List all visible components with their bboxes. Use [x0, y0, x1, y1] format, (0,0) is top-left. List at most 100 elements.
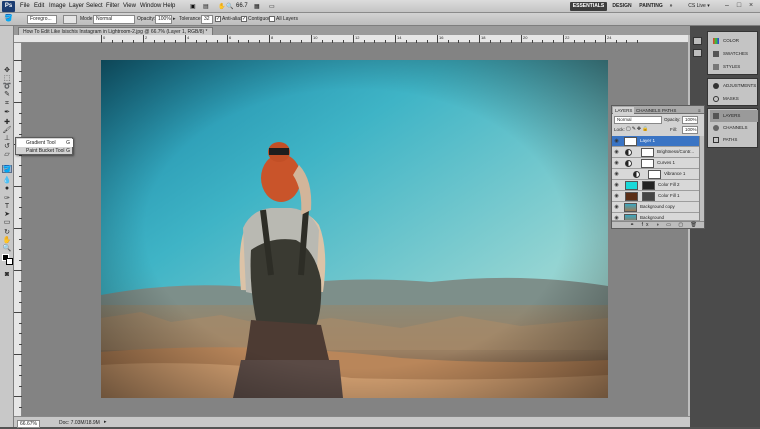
- blend-mode-select[interactable]: Normal: [614, 116, 662, 124]
- layer-row[interactable]: ◉ Background: [612, 213, 699, 221]
- pattern-picker[interactable]: [63, 15, 77, 24]
- bridge-icon[interactable]: ▣: [190, 3, 196, 10]
- tab-layers[interactable]: LAYERS: [613, 107, 635, 114]
- paint-bucket-menu-item[interactable]: Paint Bucket Tool G: [17, 147, 73, 155]
- workspace-design[interactable]: DESIGN: [610, 2, 634, 11]
- zoom-level[interactable]: 66.7: [236, 3, 248, 9]
- document-photo[interactable]: [101, 60, 608, 398]
- layer-row[interactable]: ◉ Color Fill 2: [612, 180, 699, 191]
- healing-brush-tool-icon[interactable]: ✚: [2, 118, 12, 126]
- document-tab[interactable]: How To Edit Like Isischis Instagram in L…: [18, 27, 213, 35]
- workspaces-more[interactable]: »: [667, 2, 675, 11]
- visibility-eye-icon[interactable]: ◉: [613, 160, 620, 167]
- lock-icons[interactable]: ▢✎✥🔒: [626, 126, 649, 132]
- fill-input[interactable]: 100%: [682, 126, 698, 134]
- move-tool-icon[interactable]: ✥: [2, 66, 12, 74]
- visibility-eye-icon[interactable]: ◉: [613, 138, 620, 145]
- layer-row[interactable]: ◉ Vibrance 1: [612, 169, 699, 180]
- layer-row[interactable]: ◉ Curves 1: [612, 158, 699, 169]
- zoom-tool-icon[interactable]: 🔍: [226, 3, 233, 10]
- 3d-rotate-tool-icon[interactable]: ↻: [2, 228, 12, 236]
- quick-mask-icon[interactable]: ◙: [2, 270, 12, 278]
- mode-label: Mode:: [80, 16, 94, 22]
- gradient-tool-menu-item[interactable]: Gradient Tool G: [17, 139, 73, 147]
- adjustments-panel-tab[interactable]: ADJUSTMENTS: [710, 80, 758, 92]
- opacity-input[interactable]: 100%: [155, 15, 172, 24]
- status-menu-arrow-icon[interactable]: ▸: [104, 419, 107, 425]
- panel-menu-icon[interactable]: ≡: [696, 107, 703, 114]
- arrange-icon[interactable]: ▦: [254, 3, 260, 10]
- path-select-tool-icon[interactable]: ➤: [2, 210, 12, 218]
- close-button[interactable]: ×: [746, 1, 756, 11]
- paint-bucket-tool-icon[interactable]: 🪣: [2, 165, 12, 173]
- layer-row[interactable]: ◉ Background copy: [612, 202, 699, 213]
- blur-tool-icon[interactable]: 💧: [2, 176, 12, 184]
- background-color-swatch[interactable]: [6, 258, 13, 265]
- crop-tool-icon[interactable]: ⌗: [2, 100, 12, 108]
- menu-window[interactable]: Window: [140, 3, 161, 9]
- minibridge-icon[interactable]: ▤: [203, 3, 209, 10]
- clone-stamp-tool-icon[interactable]: ⊥: [2, 134, 12, 142]
- layers-footer-icons[interactable]: ⚭ fx ◑ ▭ ▢ 🗑: [612, 221, 704, 228]
- history-brush-tool-icon[interactable]: ↺: [2, 142, 12, 150]
- layers-panel-tab[interactable]: LAYERS: [710, 110, 758, 122]
- menu-edit[interactable]: Edit: [34, 3, 44, 9]
- lasso-tool-icon[interactable]: ➰: [2, 82, 12, 90]
- color-panel-tab[interactable]: COLOR: [710, 35, 758, 47]
- brush-tool-icon[interactable]: 🖌: [2, 126, 12, 134]
- type-tool-icon[interactable]: T: [2, 202, 12, 210]
- menu-view[interactable]: View: [123, 3, 136, 9]
- quick-select-tool-icon[interactable]: ✎: [2, 90, 12, 98]
- opacity-arrow-icon[interactable]: ▸: [173, 16, 176, 22]
- workspace-painting[interactable]: PAINTING: [637, 2, 665, 11]
- fill-source-select[interactable]: Foregro...: [27, 15, 57, 24]
- all-layers-checkbox[interactable]: [269, 16, 275, 22]
- maximize-button[interactable]: □: [734, 1, 744, 11]
- swatches-panel-tab[interactable]: SWATCHES: [710, 48, 758, 60]
- layer-row[interactable]: ◉ Layer 1: [612, 136, 699, 147]
- ruler-major-tick: [14, 228, 22, 229]
- contiguous-checkbox[interactable]: ✓: [241, 16, 247, 22]
- layer-opacity-input[interactable]: 100%: [682, 116, 698, 124]
- actions-panel-icon[interactable]: [693, 49, 702, 57]
- tolerance-input[interactable]: 32: [201, 15, 213, 24]
- menu-layer[interactable]: Layer: [69, 3, 84, 9]
- menu-help[interactable]: Help: [163, 3, 175, 9]
- minimize-button[interactable]: –: [722, 1, 732, 11]
- visibility-eye-icon[interactable]: ◉: [613, 204, 620, 211]
- dodge-tool-icon[interactable]: ●: [2, 184, 12, 192]
- visibility-eye-icon[interactable]: ◉: [613, 171, 620, 178]
- layer-row[interactable]: ◉ Color Fill 1: [612, 191, 699, 202]
- workspace-essentials[interactable]: ESSENTIALS: [570, 2, 607, 11]
- tab-channels[interactable]: CHANNELS: [634, 107, 663, 114]
- masks-panel-tab[interactable]: MASKS: [710, 93, 758, 105]
- history-panel-icon[interactable]: [693, 37, 702, 45]
- menu-file[interactable]: File: [20, 3, 30, 9]
- shape-tool-icon[interactable]: ▭: [2, 218, 12, 226]
- eraser-tool-icon[interactable]: ▱: [2, 150, 12, 158]
- hand-tool-icon[interactable]: ✋: [2, 236, 12, 244]
- hand-tool-icon[interactable]: ✋: [218, 3, 225, 10]
- menu-image[interactable]: Image: [49, 3, 66, 9]
- zoom-tool-icon[interactable]: 🔍: [2, 244, 12, 252]
- visibility-eye-icon[interactable]: ◉: [613, 182, 620, 189]
- channels-panel-tab[interactable]: CHANNELS: [710, 122, 758, 134]
- menu-filter[interactable]: Filter: [106, 3, 119, 9]
- layer-row[interactable]: ◉ Brightness/Contr...: [612, 147, 699, 158]
- tab-paths[interactable]: PATHS: [660, 107, 678, 114]
- layers-scrollbar[interactable]: [699, 136, 704, 221]
- mode-select[interactable]: Normal: [93, 15, 135, 24]
- ruler-major-tick: [605, 35, 606, 43]
- pen-tool-icon[interactable]: ✑: [2, 194, 12, 202]
- visibility-eye-icon[interactable]: ◉: [613, 149, 620, 156]
- anti-alias-checkbox[interactable]: ✓: [215, 16, 221, 22]
- cs-live-button[interactable]: CS Live ▾: [684, 2, 714, 11]
- eyedropper-tool-icon[interactable]: ✒: [2, 108, 12, 116]
- paint-bucket-icon[interactable]: 🪣: [4, 14, 13, 22]
- visibility-eye-icon[interactable]: ◉: [613, 193, 620, 200]
- paths-panel-tab[interactable]: PATHS: [710, 134, 758, 146]
- styles-panel-tab[interactable]: STYLES: [710, 61, 758, 73]
- menu-select[interactable]: Select: [86, 3, 103, 9]
- marquee-tool-icon[interactable]: ⬚: [2, 74, 12, 82]
- screen-mode-icon[interactable]: ▭: [269, 3, 275, 10]
